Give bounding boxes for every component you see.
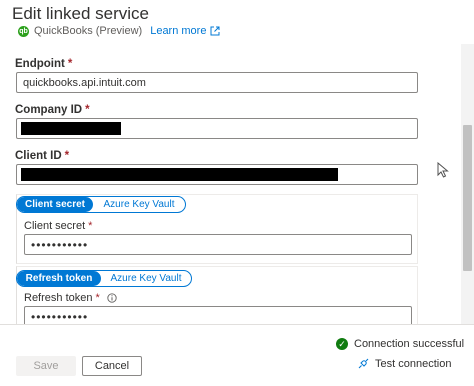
- mouse-cursor-icon: [437, 161, 449, 183]
- info-icon[interactable]: [107, 293, 117, 303]
- required-mark: *: [67, 58, 73, 70]
- save-button[interactable]: Save: [16, 356, 76, 376]
- learn-more-link[interactable]: Learn more: [150, 25, 220, 37]
- client-id-label: Client ID *: [15, 150, 70, 162]
- external-link-icon: [210, 26, 220, 36]
- cancel-button[interactable]: Cancel: [82, 356, 142, 376]
- redacted-value: [21, 168, 338, 181]
- required-mark: *: [85, 104, 90, 116]
- required-mark: *: [64, 150, 70, 162]
- required-mark: *: [88, 220, 93, 232]
- vertical-scrollbar[interactable]: [461, 44, 474, 324]
- connection-status: ✓ Connection successful: [336, 338, 464, 350]
- footer-divider: [0, 324, 474, 325]
- test-connection-button[interactable]: Test connection: [357, 358, 451, 370]
- client-secret-label: Client secret *: [24, 220, 93, 232]
- company-id-input[interactable]: [16, 118, 418, 139]
- azure-key-vault-option[interactable]: Azure Key Vault: [101, 271, 191, 286]
- client-secret-option[interactable]: Client secret: [17, 197, 93, 212]
- endpoint-label: Endpoint *: [15, 58, 73, 70]
- redacted-value: [21, 122, 121, 135]
- refresh-token-toggle[interactable]: Refresh token Azure Key Vault: [16, 270, 192, 287]
- company-id-label: Company ID *: [15, 104, 90, 116]
- refresh-token-option[interactable]: Refresh token: [17, 271, 101, 286]
- service-subtitle: qb QuickBooks (Preview) Learn more: [18, 24, 220, 38]
- refresh-token-label: Refresh token *: [24, 292, 117, 304]
- checkmark-circle-icon: ✓: [336, 338, 348, 350]
- endpoint-input[interactable]: quickbooks.api.intuit.com: [16, 72, 418, 93]
- form-scroll-area: Endpoint * quickbooks.api.intuit.com Comp…: [0, 44, 474, 324]
- refresh-token-input[interactable]: •••••••••••: [24, 306, 412, 324]
- client-secret-toggle[interactable]: Client secret Azure Key Vault: [16, 196, 186, 213]
- panel-title: Edit linked service: [12, 4, 150, 23]
- plug-icon: [357, 358, 369, 370]
- client-id-input[interactable]: [16, 164, 418, 185]
- client-secret-input[interactable]: •••••••••••: [24, 234, 412, 255]
- scrollbar-thumb[interactable]: [463, 125, 472, 271]
- azure-key-vault-option[interactable]: Azure Key Vault: [93, 197, 185, 212]
- required-mark: *: [95, 292, 100, 304]
- quickbooks-icon: qb: [18, 25, 29, 37]
- service-name: QuickBooks (Preview): [34, 25, 143, 37]
